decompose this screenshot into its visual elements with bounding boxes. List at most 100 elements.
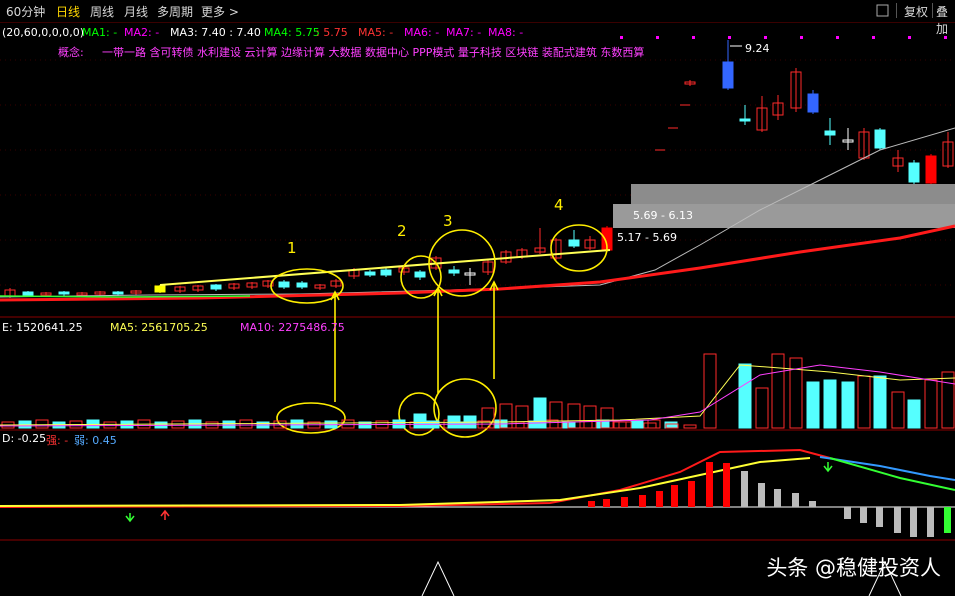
candle — [154, 285, 166, 293]
candle — [824, 130, 836, 136]
indicator-bar-green — [944, 507, 951, 533]
indicator-bar-up — [603, 499, 610, 507]
volume-bar — [511, 421, 525, 429]
ma-line-green — [0, 295, 251, 298]
indicator-value: D: -0.25 — [2, 432, 47, 445]
volume-bar — [515, 405, 529, 429]
indicator-bar-fade — [741, 471, 748, 507]
ma-dot — [620, 36, 623, 39]
annotation-circle — [550, 224, 608, 272]
volume-bar — [222, 420, 236, 429]
indicator-bar-up — [706, 462, 713, 507]
zone-label: 5.17 - 5.69 — [617, 231, 677, 244]
volume-bar — [755, 387, 769, 429]
indicator-strong-line — [0, 448, 831, 508]
indicator-bar-up — [688, 481, 695, 507]
indicator-bar-fade — [809, 501, 816, 507]
ma-dot — [908, 36, 911, 39]
indicator-bar-down — [876, 507, 883, 527]
ma-dot — [656, 36, 659, 39]
volume-bar — [171, 420, 185, 429]
volume-bar — [683, 424, 697, 429]
volume-bar — [583, 405, 597, 429]
candle — [874, 129, 886, 149]
volume-bar — [290, 419, 304, 429]
signal-triangle — [421, 560, 455, 596]
candle — [925, 155, 937, 184]
ma-dot — [692, 36, 695, 39]
volume-bar — [703, 353, 717, 429]
ma-line-red — [0, 224, 955, 302]
candle — [414, 271, 426, 278]
volume-bar — [613, 421, 627, 429]
indicator-bar-fade — [792, 493, 799, 507]
volume-bar — [941, 371, 955, 429]
volume-bar — [823, 379, 837, 429]
volume-bar — [907, 399, 921, 429]
candle — [278, 281, 290, 288]
volume-bar — [618, 421, 632, 429]
high-price-label: 9.24 — [745, 42, 770, 55]
ma-dot — [764, 36, 767, 39]
volume-ma10: MA10: 2275486.75 — [240, 321, 345, 334]
signal-arrow — [823, 462, 833, 473]
indicator-bar-down — [910, 507, 917, 537]
volume-bar — [738, 363, 752, 429]
candle — [908, 162, 920, 183]
volume-bar — [857, 375, 871, 429]
volume-bar — [647, 419, 661, 429]
sell-arrow — [160, 509, 170, 520]
volume-bar — [891, 391, 905, 429]
indicator-strong: 强: - — [46, 434, 69, 447]
annotation-number: 2 — [397, 222, 407, 240]
volume-bar — [562, 421, 576, 429]
volume-bar — [664, 421, 678, 429]
annotation-number: 4 — [554, 196, 564, 214]
volume-bar — [841, 381, 855, 429]
candle — [380, 269, 392, 276]
indicator-bar-up — [639, 495, 646, 507]
volume-bar — [35, 419, 49, 429]
ma-dot — [800, 36, 803, 39]
trend-line — [159, 249, 611, 286]
volume-bar — [481, 407, 495, 429]
candle — [739, 118, 751, 122]
indicator-green-line — [829, 457, 955, 491]
indicator-bar-up — [723, 463, 730, 507]
indicator-bar-fade — [774, 489, 781, 507]
volume-ma5: MA5: 2561705.25 — [110, 321, 208, 334]
candle — [296, 282, 308, 288]
candle — [58, 291, 70, 295]
indicator-bar-up — [656, 491, 663, 507]
watermark: 头条 @稳健投资人 — [766, 556, 941, 580]
indicator-bar-up — [671, 485, 678, 507]
indicator-bar-fade — [758, 483, 765, 507]
ma-dot — [872, 36, 875, 39]
candle — [807, 93, 819, 113]
indicator-bar-up — [588, 501, 595, 507]
stock-chart[interactable]: 5.69 - 6.13 5.17 - 5.69 9.24 1 2 3 4 — [0, 0, 955, 596]
volume-bar — [873, 375, 887, 429]
candle — [112, 291, 124, 295]
candle — [568, 239, 580, 247]
ma-dot — [836, 36, 839, 39]
volume-bar — [771, 353, 785, 429]
indicator-bar-up — [621, 497, 628, 507]
ma-dot — [728, 36, 731, 39]
volume-bar — [103, 421, 117, 429]
buy-arrow — [125, 513, 135, 523]
volume-bar — [806, 381, 820, 429]
volume-bar — [413, 413, 427, 429]
indicator-bar-down — [927, 507, 934, 537]
volume-bar — [549, 401, 563, 429]
candle — [448, 269, 460, 274]
zone-label: 5.69 - 6.13 — [633, 209, 693, 222]
volume-value: E: 1520641.25 — [2, 321, 83, 334]
candle — [364, 271, 376, 276]
ma-dot — [944, 36, 947, 39]
candle — [722, 61, 734, 89]
volume-bar — [630, 420, 644, 429]
indicator-bar-down — [844, 507, 851, 519]
volume-bar — [924, 379, 938, 429]
candle — [210, 284, 222, 290]
